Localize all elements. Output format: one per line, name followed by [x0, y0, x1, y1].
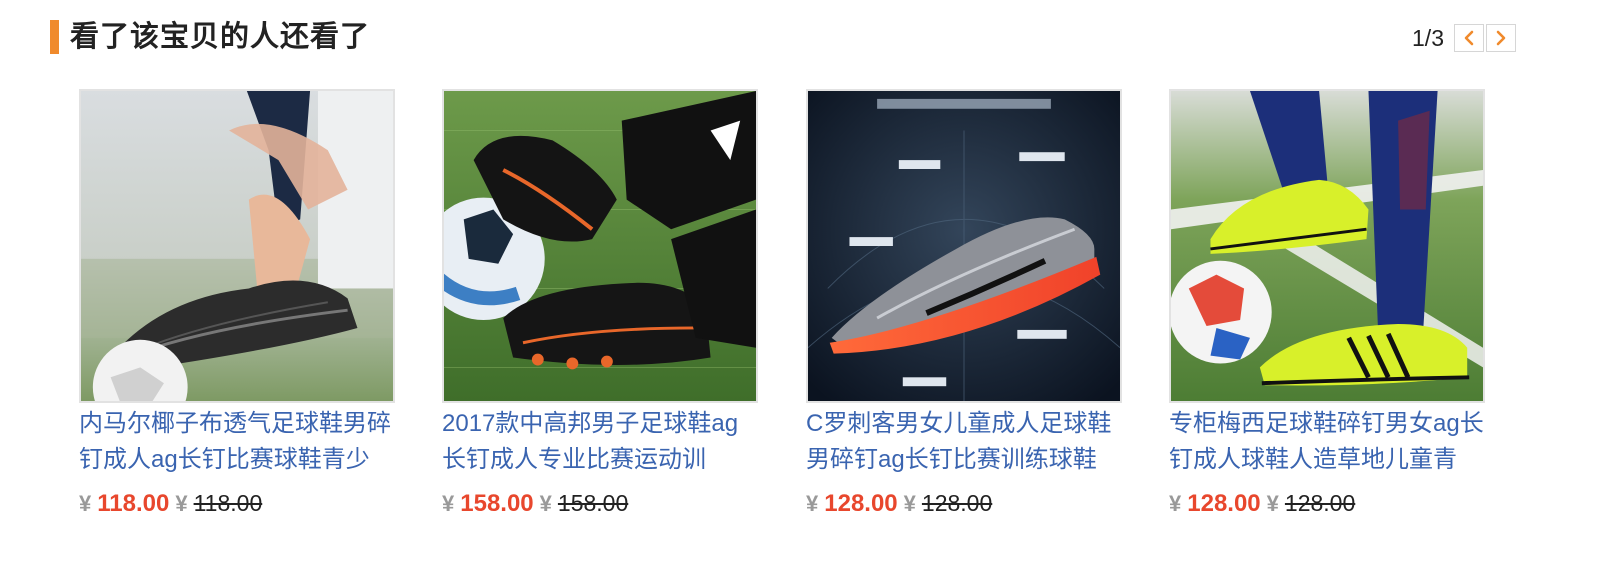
original-price: 128.00: [1284, 490, 1356, 516]
currency-symbol: ¥: [442, 491, 455, 516]
product-image-link[interactable]: [1169, 89, 1485, 403]
price-row: ¥ 128.00 ¥ 128.00: [1169, 490, 1499, 522]
original-price: 158.00: [557, 490, 629, 516]
product-list: 内马尔椰子布透气足球鞋男碎钉成人ag长钉比赛球鞋青少 ¥ 118.00 ¥ 11…: [79, 89, 1539, 529]
product-card: C罗刺客男女儿童成人足球鞋男碎钉ag长钉比赛训练球鞋 ¥ 128.00 ¥ 12…: [806, 89, 1136, 522]
product-image: [81, 91, 393, 401]
header-accent-bar: [50, 20, 59, 54]
currency-symbol: ¥: [806, 491, 819, 516]
original-currency-symbol: ¥: [175, 491, 188, 516]
recommendation-panel: 看了该宝贝的人还看了 1/3 内马尔椰子布透气足球鞋男碎钉成人ag长钉比赛球鞋青…: [0, 0, 1616, 568]
prev-page-button[interactable]: [1454, 24, 1484, 52]
product-title-link[interactable]: C罗刺客男女儿童成人足球鞋男碎钉ag长钉比赛训练球鞋: [806, 406, 1122, 478]
product-card: 2017款中高邦男子足球鞋ag长钉成人专业比赛运动训 ¥ 158.00 ¥ 15…: [442, 89, 772, 522]
current-price: 128.00: [824, 490, 898, 517]
original-currency-symbol: ¥: [539, 491, 552, 516]
currency-symbol: ¥: [79, 491, 92, 516]
section-header: 看了该宝贝的人还看了: [50, 18, 1570, 54]
pager: 1/3: [1412, 22, 1516, 54]
product-image: [444, 91, 756, 401]
current-price: 128.00: [1187, 490, 1261, 517]
price-row: ¥ 118.00 ¥ 118.00: [79, 490, 409, 522]
chevron-right-icon: [1496, 30, 1506, 46]
original-currency-symbol: ¥: [1266, 491, 1279, 516]
chevron-left-icon: [1464, 30, 1474, 46]
section-title: 看了该宝贝的人还看了: [70, 21, 371, 53]
product-title-link[interactable]: 内马尔椰子布透气足球鞋男碎钉成人ag长钉比赛球鞋青少: [79, 406, 395, 478]
price-row: ¥ 158.00 ¥ 158.00: [442, 490, 772, 522]
original-price: 128.00: [921, 490, 993, 516]
product-card: 内马尔椰子布透气足球鞋男碎钉成人ag长钉比赛球鞋青少 ¥ 118.00 ¥ 11…: [79, 89, 409, 522]
next-page-button[interactable]: [1486, 24, 1516, 52]
page-indicator: 1/3: [1412, 25, 1444, 51]
product-image: [808, 91, 1120, 401]
current-price: 118.00: [97, 490, 170, 517]
product-image-link[interactable]: [79, 89, 395, 403]
current-price: 158.00: [460, 490, 534, 517]
product-title-link[interactable]: 2017款中高邦男子足球鞋ag长钉成人专业比赛运动训: [442, 406, 758, 478]
product-image: [1171, 91, 1483, 401]
original-price: 118.00: [193, 490, 263, 516]
product-title-link[interactable]: 专柜梅西足球鞋碎钉男女ag长钉成人球鞋人造草地儿童青: [1169, 406, 1485, 478]
currency-symbol: ¥: [1169, 491, 1182, 516]
product-image-link[interactable]: [806, 89, 1122, 403]
original-currency-symbol: ¥: [903, 491, 916, 516]
price-row: ¥ 128.00 ¥ 128.00: [806, 490, 1136, 522]
product-image-link[interactable]: [442, 89, 758, 403]
product-card: 专柜梅西足球鞋碎钉男女ag长钉成人球鞋人造草地儿童青 ¥ 128.00 ¥ 12…: [1169, 89, 1499, 522]
